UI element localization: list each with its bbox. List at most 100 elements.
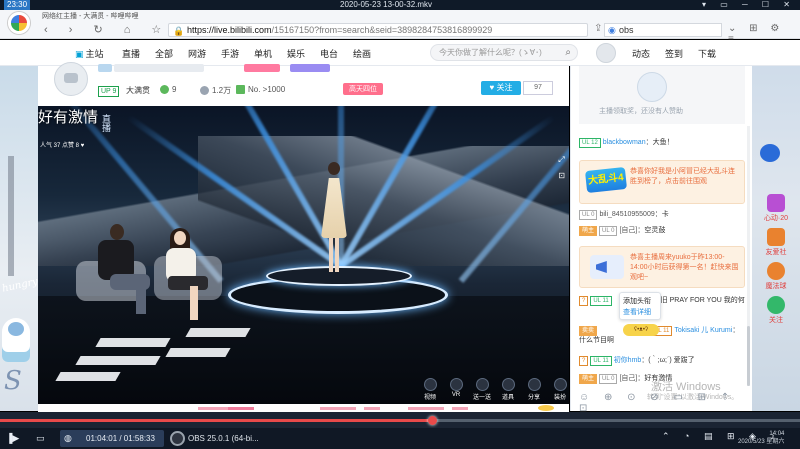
background-letter: S bbox=[4, 366, 22, 396]
address-bar[interactable]: 🔒 https://live.bilibili.com/15167150?fro… bbox=[168, 23, 588, 37]
browser-nav-buttons[interactable]: ‹ › ↻ ⌂ ☆ bbox=[44, 23, 170, 36]
dressup-button[interactable]: 装扮 bbox=[551, 378, 569, 401]
rank-empty-text: 主播领取奖，还没有人赞助 bbox=[599, 108, 683, 115]
gift-item[interactable] bbox=[364, 407, 380, 410]
user-avatar[interactable] bbox=[596, 43, 616, 63]
nav-item-paint[interactable]: 绘画 bbox=[353, 47, 371, 60]
taskbar: ▐▶ ▭ ◍ 01:04:01 / 01:58:33 OBS 25.0.1 (6… bbox=[0, 428, 800, 449]
nav-item-checkin[interactable]: 签到 bbox=[665, 47, 683, 60]
nav-item-dynamic[interactable]: 动态 bbox=[632, 47, 650, 60]
chat-username[interactable]: [自己] bbox=[619, 375, 637, 382]
fan-medal: 萌主 bbox=[579, 226, 598, 236]
player-window-controls[interactable]: ▾ ▭ ─ ☐ ✕ bbox=[702, 0, 796, 10]
browser-tab[interactable]: 网络红主播 - 大满贯 - 哔哩哔哩 bbox=[42, 11, 162, 22]
chat-panel: 主播领取奖，还没有人赞助 UL 12 blackbowman：大鱼！ 大乱斗4 恭… bbox=[570, 66, 752, 414]
play-icon[interactable]: ▐▶ bbox=[6, 431, 19, 446]
gift-bar bbox=[38, 404, 569, 412]
pip-icon[interactable]: ⊡ bbox=[558, 168, 565, 184]
male-host bbox=[88, 224, 150, 316]
search-icon[interactable]: ⌕ bbox=[565, 45, 571, 60]
share-icon[interactable]: ⇪ bbox=[594, 23, 602, 34]
gift-item[interactable] bbox=[320, 407, 356, 410]
singer-girl bbox=[321, 162, 347, 276]
browser-logo-icon[interactable] bbox=[8, 12, 30, 34]
nav-item-all[interactable]: 全部 bbox=[155, 47, 173, 60]
video-icon bbox=[423, 378, 437, 391]
online-list-badge[interactable]: 高天四位 bbox=[343, 83, 383, 95]
chat-message: UL 12 blackbowman：大鱼！ bbox=[579, 138, 745, 148]
vr-button[interactable]: VR bbox=[447, 378, 465, 398]
send-button[interactable]: 送一送 bbox=[473, 378, 491, 401]
media-app-icon: ◍ bbox=[64, 433, 72, 443]
player-progress[interactable] bbox=[0, 412, 800, 428]
sidebar-item-heart[interactable]: 心动·20 bbox=[758, 194, 794, 223]
live-video[interactable]: 好有激情 直播 人气 37 点赞 8 ♥ ⤢ ⊡ 视频 VR 送一送 道具 分享… bbox=[38, 106, 569, 404]
sidebar-item-follow[interactable]: 关注 bbox=[758, 296, 794, 325]
browser-search-input[interactable]: ◉ obs bbox=[604, 23, 722, 37]
nav-item-single[interactable]: 单机 bbox=[254, 47, 272, 60]
url-host: https://live.bilibili.com bbox=[187, 25, 272, 35]
user-level-badge: UL 0 bbox=[579, 210, 598, 220]
user-level-badge: UL 11 bbox=[590, 356, 612, 366]
props-icon bbox=[501, 378, 515, 391]
fullscreen-icon[interactable]: ⤢ bbox=[558, 152, 565, 168]
follow-heart-icon bbox=[767, 296, 785, 314]
nav-item-netgame[interactable]: 网游 bbox=[188, 47, 206, 60]
anime-girl-illustration bbox=[2, 318, 30, 362]
nav-item-ent[interactable]: 娱乐 bbox=[287, 47, 305, 60]
follow-button[interactable]: ♥ 关注 bbox=[481, 81, 521, 95]
nav-item-download[interactable]: 下载 bbox=[698, 47, 716, 60]
system-notice[interactable]: 恭喜主播周来yuuko于昨13:00-14:00小时后获得第一名！赶快来围观吧~ bbox=[579, 246, 745, 288]
progress-knob[interactable] bbox=[428, 416, 437, 425]
media-time: 01:04:01 / 01:58:33 bbox=[86, 434, 155, 443]
floor-light-strip bbox=[165, 348, 231, 357]
progress-fill bbox=[0, 419, 432, 422]
chat-username[interactable]: 初你hmb bbox=[614, 357, 642, 364]
nav-item-mobile[interactable]: 手游 bbox=[221, 47, 239, 60]
fan-medal: 萌主 bbox=[579, 374, 598, 384]
chat-scroll-thumb[interactable] bbox=[747, 326, 750, 386]
nav-item-main[interactable]: ▣ 主站 bbox=[75, 47, 104, 60]
nav-item-live[interactable]: 直播 bbox=[122, 47, 140, 60]
video-mode-button[interactable]: 视频 bbox=[421, 378, 439, 401]
chat-username[interactable]: [自己] bbox=[619, 227, 637, 234]
rank-avatar bbox=[637, 72, 667, 102]
chat-username[interactable]: bili_84510955009 bbox=[599, 211, 654, 218]
taskbar-obs[interactable]: OBS 25.0.1 (64-bi... bbox=[170, 431, 259, 446]
fan-medal: ? bbox=[579, 356, 589, 366]
share-icon bbox=[527, 378, 541, 391]
props-button[interactable]: 道具 bbox=[499, 378, 517, 401]
sidebar-item-club[interactable]: 友爱社 bbox=[758, 228, 794, 257]
system-clock[interactable]: 14:04 2020/5/23 星期六 bbox=[738, 430, 784, 446]
gift-item[interactable] bbox=[228, 407, 254, 410]
gift-coin-icon[interactable] bbox=[538, 405, 554, 411]
clock-date: 2020/5/23 星期六 bbox=[738, 439, 785, 445]
streamer-avatar[interactable] bbox=[54, 62, 88, 96]
site-search-input[interactable]: 今天你做了解什么呢？(ゝ∀･) ⌕ bbox=[430, 44, 578, 61]
folder-icon[interactable]: ▭ bbox=[36, 431, 45, 446]
paw-search-icon: ◉ bbox=[608, 25, 616, 35]
gift-item[interactable] bbox=[408, 407, 444, 410]
heart-gift-icon bbox=[767, 194, 785, 212]
send-icon bbox=[475, 378, 489, 391]
right-sidebar: 心动·20 友爱社 魔法球 关注 bbox=[752, 66, 800, 411]
room-stat-views: 1.2万 bbox=[200, 85, 231, 96]
chat-username[interactable]: Tokisaki 儿 Kurumi bbox=[674, 327, 732, 334]
rank-bars-icon bbox=[236, 85, 245, 95]
system-notice[interactable]: 大乱斗4 恭喜你好我是小阿冒已经大乱斗连胜到榜了，点击前往围观 bbox=[579, 160, 745, 204]
video-side-controls[interactable]: ⤢ ⊡ bbox=[558, 152, 565, 184]
fans-count: 97 bbox=[523, 81, 553, 95]
chat-scrollbar[interactable] bbox=[747, 126, 750, 386]
room-category[interactable]: 大满贯 bbox=[126, 85, 150, 96]
chat-username[interactable]: blackbowman bbox=[603, 139, 646, 146]
sidebar-item-magicball[interactable]: 魔法球 bbox=[758, 262, 794, 291]
chat-input-toolbar[interactable]: ☺ ⊕ ⊙ ⊘ ▭ ⊞ ⇡ ⊡ bbox=[579, 392, 745, 414]
chat-message: 卖卖 UL 11 Tokisaki 儿 Kurumi：什么节目啊 bbox=[579, 326, 745, 346]
share-button[interactable]: 分享 bbox=[525, 378, 543, 401]
popup-add-title[interactable]: 添加头衔 bbox=[623, 296, 657, 307]
gift-item[interactable] bbox=[452, 407, 468, 410]
nav-item-radio[interactable]: 电台 bbox=[320, 47, 338, 60]
popup-view-detail[interactable]: 查看详细 bbox=[623, 307, 657, 318]
emoji-sticker: ʕ•ᴥ•ʔ bbox=[623, 324, 659, 336]
video-overlay-title: 好有激情 bbox=[38, 108, 99, 126]
